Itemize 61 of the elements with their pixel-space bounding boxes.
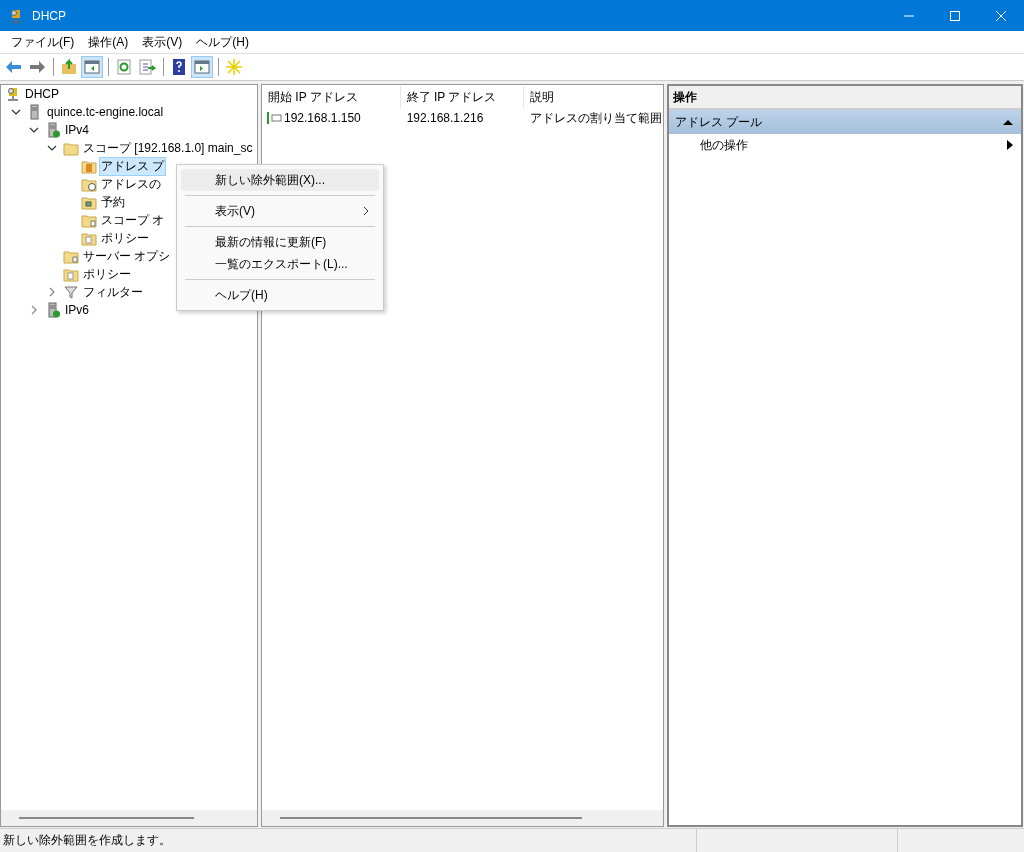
- table-cell: 192.168.1.216: [406, 111, 484, 125]
- tree-item[interactable]: IPv4: [63, 122, 91, 138]
- column-header[interactable]: 開始 IP アドレス: [262, 86, 401, 108]
- console-tree-icon-button[interactable]: [81, 56, 103, 78]
- tree-item[interactable]: フィルター: [81, 282, 145, 302]
- tree-item[interactable]: スコープ オ: [99, 210, 167, 230]
- folder-grid-icon: [81, 194, 97, 210]
- star-icon-button[interactable]: [223, 56, 245, 78]
- column-header[interactable]: 説明: [524, 86, 663, 108]
- folder-icon: [63, 140, 79, 156]
- tree-item[interactable]: アドレスの: [99, 174, 163, 194]
- menu-item[interactable]: 表示(V): [135, 33, 190, 51]
- action-pane-icon-button[interactable]: [191, 56, 213, 78]
- tree-item[interactable]: サーバー オプシ: [81, 246, 173, 266]
- menu-item[interactable]: 一覧のエクスポート(L)...: [181, 253, 379, 275]
- menu-item[interactable]: ヘルプ(H): [181, 284, 379, 306]
- chevron-right-icon[interactable]: [29, 305, 39, 315]
- collapse-triangle-icon[interactable]: [1003, 118, 1013, 126]
- menu-item[interactable]: 表示(V): [181, 200, 379, 222]
- scrollbar-thumb[interactable]: [280, 817, 582, 819]
- chevron-down-icon[interactable]: [11, 107, 21, 117]
- status-text: 新しい除外範囲を作成します。: [2, 832, 172, 849]
- folder-paper-icon: [81, 230, 97, 246]
- tree-item[interactable]: 予約: [99, 192, 127, 212]
- menu-item[interactable]: 操作(A): [81, 33, 136, 51]
- address-range-icon: [266, 111, 282, 125]
- scrollbar-thumb[interactable]: [19, 817, 194, 819]
- tree-item[interactable]: quince.tc-engine.local: [45, 104, 166, 120]
- chevron-down-icon[interactable]: [47, 143, 57, 153]
- column-header[interactable]: 終了 IP アドレス: [400, 86, 525, 108]
- maximize-icon: [950, 10, 960, 21]
- server-check-icon: [45, 302, 61, 318]
- folder-document-icon: [81, 158, 97, 174]
- close-icon: [996, 10, 1006, 21]
- tree-item[interactable]: スコープ [192.168.1.0] main_sc: [81, 138, 255, 158]
- tree-item[interactable]: DHCP: [23, 86, 61, 102]
- funnel-icon: [63, 284, 79, 300]
- folder-list-icon: [63, 248, 79, 264]
- table-cell: 192.168.1.150: [284, 111, 361, 125]
- window-title: DHCP: [32, 8, 66, 23]
- tree-item[interactable]: IPv6: [63, 302, 91, 318]
- folder-list-icon: [81, 212, 97, 228]
- menu-item[interactable]: 新しい除外範囲(X)...: [181, 169, 379, 191]
- folder-clock-icon: [81, 176, 97, 192]
- table-cell: アドレスの割り当て範囲: [530, 109, 663, 127]
- tree-item[interactable]: ポリシー: [99, 228, 151, 248]
- action-link[interactable]: 他の操作: [700, 136, 748, 154]
- menu-item[interactable]: ヘルプ(H): [189, 33, 256, 51]
- server-check-icon: [45, 122, 61, 138]
- actions-section[interactable]: アドレス プール: [669, 110, 1021, 134]
- chevron-down-icon[interactable]: [29, 125, 39, 135]
- menu-item[interactable]: ファイル(F): [4, 33, 82, 51]
- folder-paper-icon: [63, 266, 79, 282]
- chevron-right-icon[interactable]: [47, 287, 57, 297]
- export-list-icon-button[interactable]: [136, 56, 158, 78]
- menu-item[interactable]: 最新の情報に更新(F): [181, 231, 379, 253]
- triangle-right-icon: [1007, 140, 1013, 150]
- tree-item[interactable]: アドレス プ: [99, 156, 167, 176]
- section-title: アドレス プール: [675, 113, 763, 131]
- actions-header: 操作: [669, 86, 1021, 110]
- tree-item[interactable]: ポリシー: [81, 264, 133, 284]
